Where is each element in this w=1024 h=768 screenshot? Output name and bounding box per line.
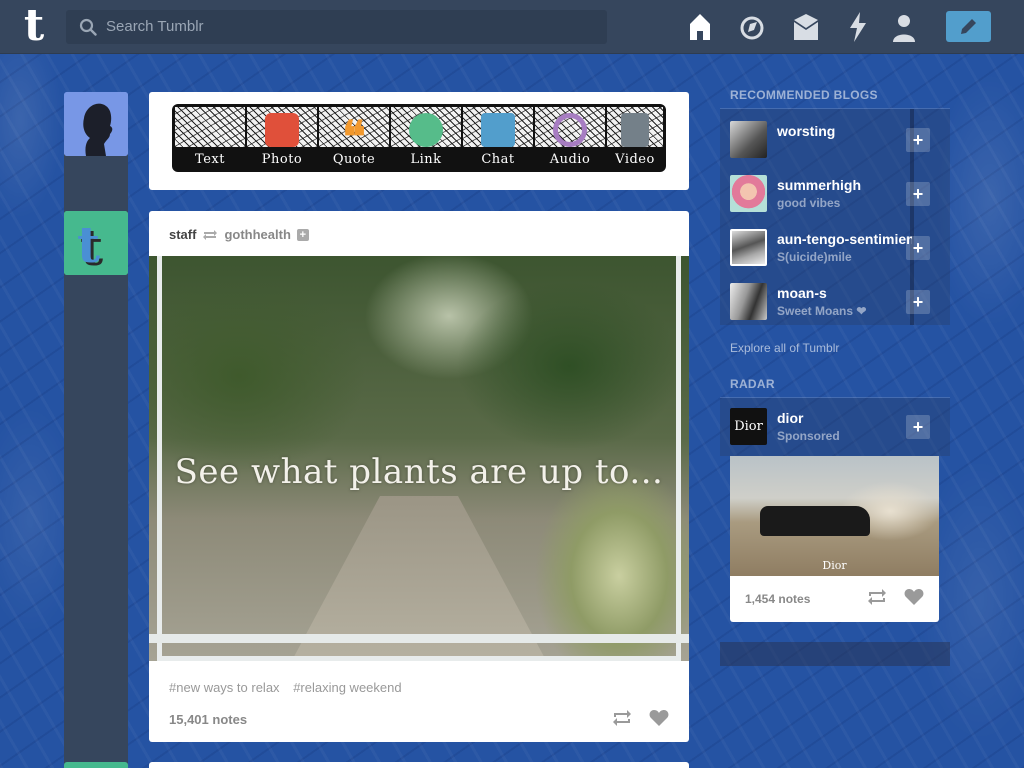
- blog-subtitle: good vibes: [777, 196, 841, 210]
- account-icon[interactable]: [890, 8, 918, 46]
- follow-button[interactable]: +: [906, 290, 930, 314]
- recommended-blog[interactable]: worsting +: [730, 121, 940, 175]
- post-actions: [611, 709, 669, 727]
- radar-post-actions: [866, 588, 924, 606]
- follow-button[interactable]: +: [906, 236, 930, 260]
- next-post-avatar[interactable]: [64, 762, 128, 768]
- blog-avatar[interactable]: [730, 283, 767, 320]
- link-icon: [409, 113, 443, 147]
- radar-notes-count[interactable]: 1,454 notes: [745, 592, 810, 606]
- radar-blog[interactable]: Dior dior Sponsored +: [720, 398, 950, 456]
- chat-icon: [481, 113, 515, 147]
- follow-button[interactable]: +: [906, 415, 930, 439]
- post-type-label: Quote: [332, 152, 376, 167]
- video-camera-icon: [621, 113, 649, 147]
- post-type-label: Photo: [261, 152, 303, 167]
- search-input[interactable]: Search Tumblr: [66, 10, 607, 44]
- blog-subtitle: Sweet Moans ❤: [777, 304, 867, 318]
- pencil-icon: [961, 19, 976, 34]
- recommended-heading: RECOMMENDED BLOGS: [720, 88, 950, 109]
- recommended-blog[interactable]: moan-s Sweet Moans ❤ +: [730, 283, 940, 337]
- dashboard-post: staff gothhealth + See what plants are u…: [149, 211, 689, 742]
- post-author[interactable]: staff: [169, 227, 196, 242]
- radar-section: RADAR Dior dior Sponsored + Dior 1,454 n…: [720, 377, 950, 622]
- search-icon: [79, 18, 97, 36]
- radar-post-card[interactable]: Dior 1,454 notes: [730, 456, 939, 622]
- follow-button[interactable]: +: [906, 128, 930, 152]
- next-post: [149, 762, 689, 768]
- post-type-label: Link: [410, 152, 442, 167]
- post-type-quote[interactable]: ❝ Quote: [319, 107, 389, 169]
- text-type-icon: [193, 113, 227, 147]
- post-tag[interactable]: #relaxing weekend: [293, 680, 401, 695]
- post-notes-count[interactable]: 15,401 notes: [169, 712, 247, 727]
- like-button[interactable]: [904, 588, 924, 606]
- staff-avatar[interactable]: t t: [64, 211, 128, 275]
- post-type-link[interactable]: Link: [391, 107, 461, 169]
- post-type-label: Audio: [549, 152, 591, 167]
- tumblr-logo[interactable]: t: [16, 4, 52, 48]
- post-tag[interactable]: #new ways to relax: [169, 680, 280, 695]
- photo-caption: See what plants are up to...: [174, 452, 664, 492]
- post-type-strip: Text Photo ❝ Quote Link Chat Audio Video: [172, 104, 666, 172]
- activity-icon[interactable]: [844, 8, 872, 46]
- radar-blog-name[interactable]: dior: [777, 410, 912, 426]
- radar-blog-subtitle: Sponsored: [777, 429, 840, 443]
- silhouette-icon: [64, 92, 128, 156]
- reblog-button[interactable]: [866, 588, 888, 606]
- recommended-blogs-list: worsting + summerhigh good vibes + aun-t…: [720, 109, 950, 325]
- blog-avatar[interactable]: [730, 121, 767, 158]
- post-type-audio[interactable]: Audio: [535, 107, 605, 169]
- car-image: [760, 506, 870, 536]
- blog-name[interactable]: aun-tengo-sentimientos: [777, 231, 912, 247]
- blog-avatar[interactable]: [730, 175, 767, 212]
- dior-avatar[interactable]: Dior: [730, 408, 767, 445]
- tumblr-t-icon: t t: [64, 211, 128, 275]
- follow-plus-icon[interactable]: +: [296, 228, 309, 241]
- recommended-blog[interactable]: aun-tengo-sentimientos S(uicide)mile +: [730, 229, 940, 283]
- top-header: t Search Tumblr: [0, 0, 1024, 54]
- blog-subtitle: S(uicide)mile: [777, 250, 852, 264]
- quote-icon: ❝: [342, 112, 366, 163]
- home-icon[interactable]: [686, 8, 714, 46]
- inbox-icon[interactable]: [792, 8, 820, 46]
- like-button[interactable]: [649, 709, 669, 727]
- sidebar-footer: [720, 642, 950, 666]
- recommended-blog[interactable]: summerhigh good vibes +: [730, 175, 940, 229]
- post-type-label: Text: [195, 152, 225, 167]
- reblog-icon: [203, 229, 218, 240]
- camera-icon: [265, 113, 299, 147]
- headphones-icon: [553, 113, 587, 147]
- blog-name[interactable]: worsting: [777, 123, 912, 139]
- blog-avatar[interactable]: [730, 229, 767, 266]
- post-type-chat[interactable]: Chat: [463, 107, 533, 169]
- post-tags: #new ways to relax #relaxing weekend: [169, 680, 412, 695]
- post-type-text[interactable]: Text: [175, 107, 245, 169]
- new-post-bar: Text Photo ❝ Quote Link Chat Audio Video: [149, 92, 689, 190]
- radar-post-image[interactable]: Dior: [730, 456, 939, 576]
- post-header: staff gothhealth +: [169, 227, 309, 242]
- reblog-source[interactable]: gothhealth: [224, 227, 290, 242]
- right-sidebar: RECOMMENDED BLOGS worsting + summerhigh …: [720, 88, 950, 666]
- post-photo[interactable]: See what plants are up to...: [149, 256, 689, 661]
- svg-text:t: t: [77, 215, 100, 274]
- post-type-label: Video: [615, 152, 655, 167]
- user-avatar[interactable]: [64, 92, 128, 156]
- post-type-video[interactable]: Video: [607, 107, 663, 169]
- blog-name[interactable]: summerhigh: [777, 177, 912, 193]
- post-type-label: Chat: [481, 152, 515, 167]
- post-type-photo[interactable]: Photo: [247, 107, 317, 169]
- radar-heading: RADAR: [720, 377, 950, 398]
- blog-name[interactable]: moan-s: [777, 285, 912, 301]
- dior-watermark: Dior: [822, 559, 847, 572]
- compose-button[interactable]: [946, 11, 991, 42]
- explore-icon[interactable]: [738, 8, 766, 46]
- search-placeholder: Search Tumblr: [106, 18, 204, 35]
- reblog-button[interactable]: [611, 709, 633, 727]
- follow-button[interactable]: +: [906, 182, 930, 206]
